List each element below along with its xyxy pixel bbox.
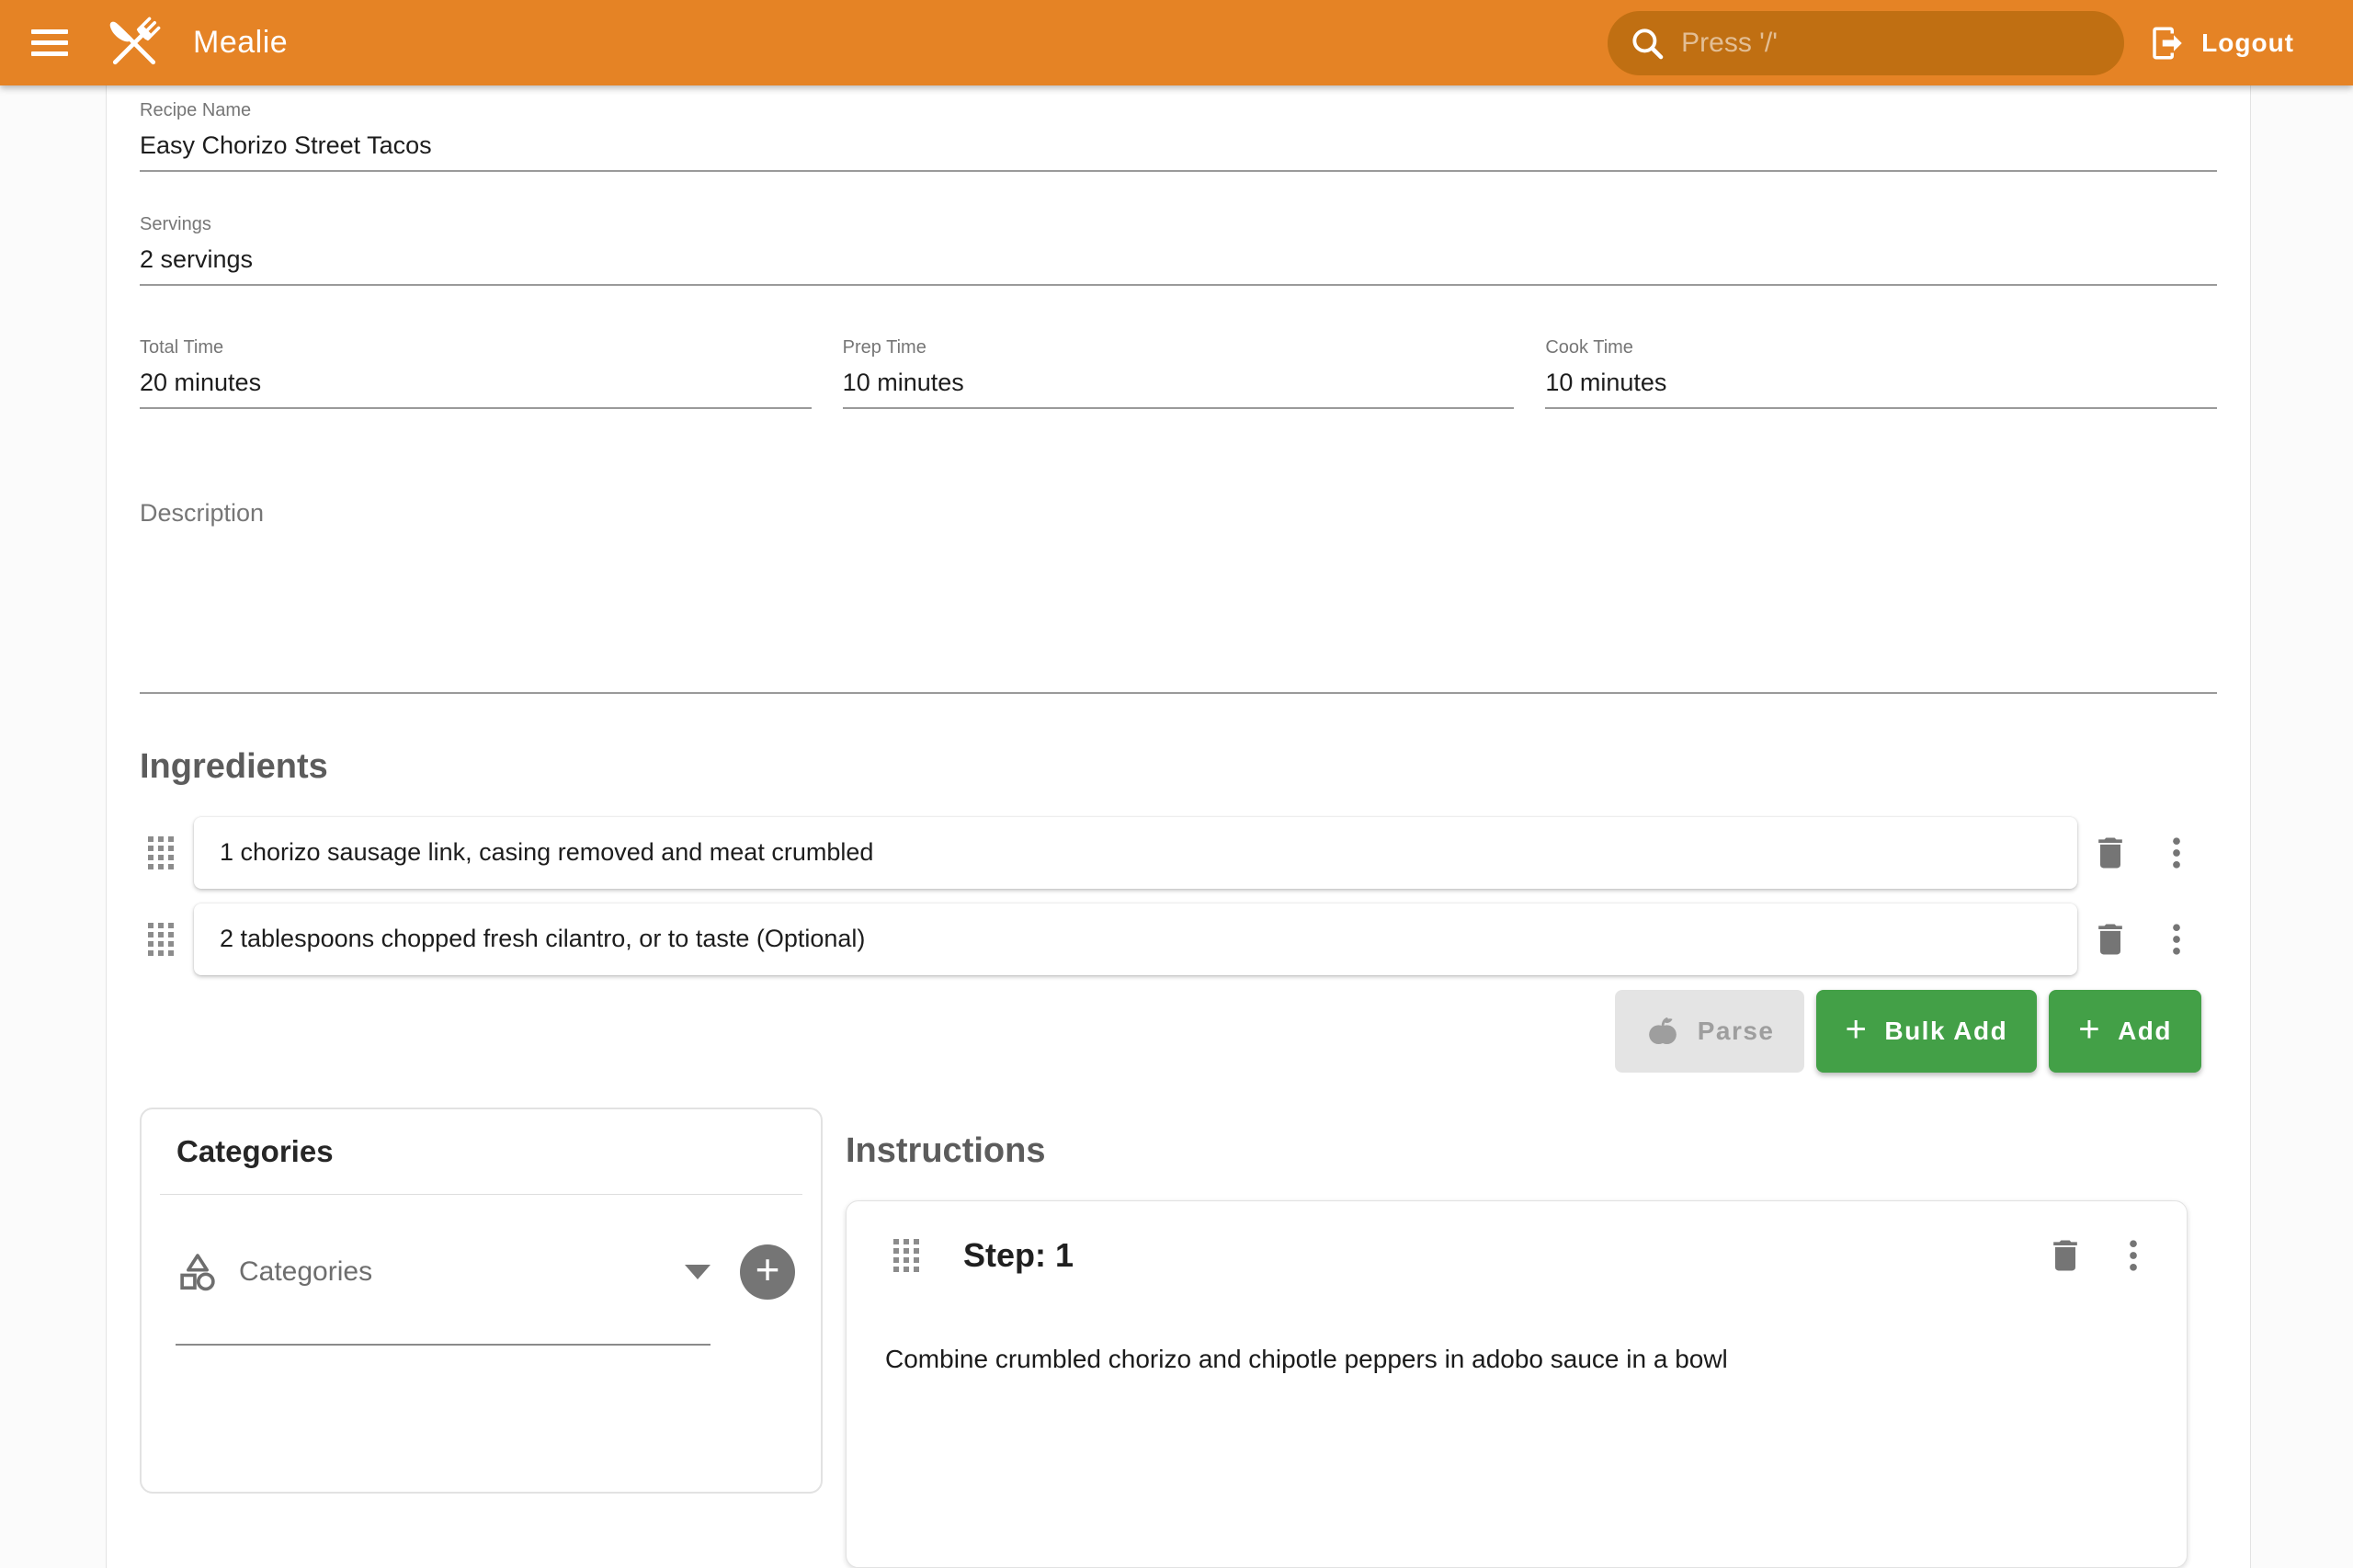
bulk-add-label: Bulk Add	[1884, 1017, 2007, 1046]
bulk-add-button[interactable]: + Bulk Add	[1816, 990, 2038, 1073]
trash-icon[interactable]	[2090, 919, 2131, 960]
drag-handle-icon[interactable]	[893, 1239, 919, 1272]
shapes-icon	[176, 1251, 219, 1293]
plus-circle-icon[interactable]: +	[740, 1244, 795, 1300]
servings-field: Servings 2 servings	[140, 212, 2217, 286]
add-button[interactable]: + Add	[2049, 990, 2201, 1073]
ingredient-row: 1 chorizo sausage link, casing removed a…	[140, 817, 2217, 889]
drag-handle-icon[interactable]	[148, 836, 174, 869]
field-underline	[140, 170, 2217, 172]
field-underline	[140, 692, 2217, 694]
times-row: Total Time 20 minutes Prep Time 10 minut…	[140, 335, 2217, 409]
servings-input[interactable]: 2 servings	[140, 244, 2217, 275]
total-time-label: Total Time	[140, 335, 812, 359]
logout-button[interactable]: Logout	[2143, 15, 2300, 72]
logout-icon	[2148, 24, 2187, 62]
kebab-menu-icon[interactable]	[2156, 919, 2197, 960]
recipe-name-label: Recipe Name	[140, 98, 2217, 122]
fork-knife-logo-icon	[99, 8, 169, 78]
step-card: Step: 1 Combine	[846, 1200, 2188, 1568]
description-field[interactable]: Description	[140, 497, 2217, 694]
step-header: Step: 1	[885, 1234, 2154, 1277]
total-time-input[interactable]: 20 minutes	[140, 367, 812, 398]
parse-button[interactable]: Parse	[1615, 990, 1804, 1073]
plus-icon: +	[2078, 1011, 2101, 1048]
ingredient-actions	[2077, 833, 2217, 873]
kebab-menu-icon[interactable]	[2113, 1235, 2154, 1276]
ingredient-actions	[2077, 919, 2217, 960]
ingredients-list: 1 chorizo sausage link, casing removed a…	[140, 817, 2217, 975]
servings-label: Servings	[140, 212, 2217, 236]
categories-card: Categories Categories +	[140, 1108, 823, 1494]
trash-icon[interactable]	[2090, 833, 2131, 873]
bottom-columns: Categories Categories + Instructions	[140, 1108, 2217, 1568]
search-icon	[1628, 24, 1666, 62]
logout-label: Logout	[2201, 28, 2294, 58]
drag-handle-icon[interactable]	[148, 923, 174, 956]
step-title: Step: 1	[963, 1236, 1074, 1275]
cook-time-field: Cook Time 10 minutes	[1545, 335, 2217, 409]
trash-icon[interactable]	[2045, 1235, 2086, 1276]
field-underline	[140, 407, 812, 409]
apple-icon	[1644, 1013, 1681, 1050]
plus-glyph: +	[756, 1248, 780, 1290]
ingredient-input[interactable]: 2 tablespoons chopped fresh cilantro, or…	[194, 903, 2077, 975]
categories-card-title: Categories	[142, 1133, 821, 1170]
menu-icon[interactable]	[24, 17, 75, 69]
kebab-menu-icon[interactable]	[2156, 833, 2197, 873]
plus-icon: +	[1846, 1011, 1869, 1048]
step-actions	[2045, 1235, 2154, 1276]
total-time-field: Total Time 20 minutes	[140, 335, 812, 409]
app-bar: Mealie Press '/' Logout	[0, 0, 2353, 85]
search-placeholder: Press '/'	[1681, 28, 1778, 59]
add-label: Add	[2118, 1017, 2172, 1046]
field-underline	[1545, 407, 2217, 409]
cook-time-input[interactable]: 10 minutes	[1545, 367, 2217, 398]
chevron-down-icon[interactable]	[685, 1265, 710, 1279]
recipe-name-field: Recipe Name Easy Chorizo Street Tacos	[140, 98, 2217, 172]
ingredient-input[interactable]: 1 chorizo sausage link, casing removed a…	[194, 817, 2077, 889]
prep-time-label: Prep Time	[843, 335, 1515, 359]
description-label: Description	[140, 497, 2217, 528]
ingredients-heading: Ingredients	[140, 745, 2217, 788]
prep-time-field: Prep Time 10 minutes	[843, 335, 1515, 409]
categories-select[interactable]: Categories +	[142, 1195, 821, 1300]
field-underline	[140, 284, 2217, 286]
step-text-input[interactable]: Combine crumbled chorizo and chipotle pe…	[885, 1341, 2154, 1378]
cook-time-label: Cook Time	[1545, 335, 2217, 359]
categories-select-label: Categories	[239, 1256, 372, 1288]
recipe-editor-card: Recipe Name Easy Chorizo Street Tacos Se…	[106, 85, 2251, 1568]
instructions-section: Instructions Step: 1	[846, 1108, 2217, 1568]
parse-label: Parse	[1698, 1017, 1775, 1046]
prep-time-input[interactable]: 10 minutes	[843, 367, 1515, 398]
field-underline	[176, 1344, 710, 1346]
description-input[interactable]	[140, 528, 2217, 683]
recipe-name-input[interactable]: Easy Chorizo Street Tacos	[140, 130, 2217, 161]
app-title: Mealie	[193, 25, 288, 61]
ingredient-row: 2 tablespoons chopped fresh cilantro, or…	[140, 903, 2217, 975]
field-underline	[843, 407, 1515, 409]
instructions-heading: Instructions	[846, 1130, 2217, 1172]
search-input[interactable]: Press '/'	[1608, 11, 2124, 75]
ingredients-toolbar: Parse + Bulk Add + Add	[140, 990, 2217, 1073]
